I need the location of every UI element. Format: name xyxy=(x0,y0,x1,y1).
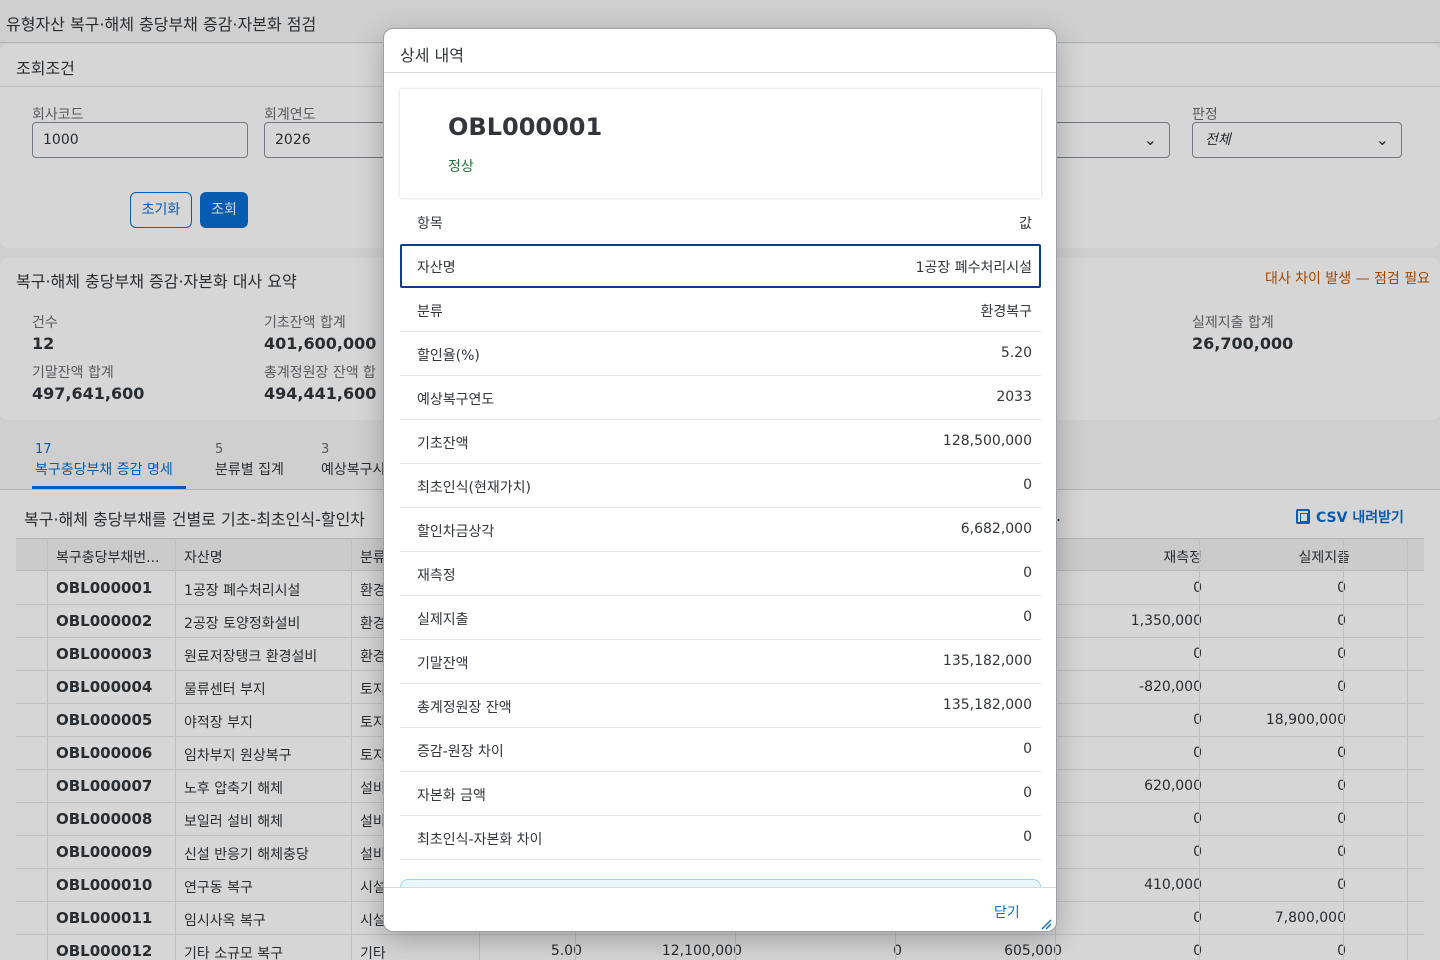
detail-value: 0 xyxy=(1023,829,1032,845)
dialog-footer: 닫기 xyxy=(384,887,1056,931)
detail-row[interactable]: 예상복구연도 2033 xyxy=(400,376,1041,420)
detail-value: 135,182,000 xyxy=(942,697,1032,713)
status-text: 정상 xyxy=(448,159,474,175)
detail-value: 0 xyxy=(1023,741,1032,757)
detail-key: 할인율(%) xyxy=(417,348,480,364)
detail-row[interactable]: 실제지출 0 xyxy=(400,596,1041,640)
object-id: OBL000001 xyxy=(448,113,603,141)
detail-row[interactable]: 최초인식(현재가치) 0 xyxy=(400,464,1041,508)
detail-value: 0 xyxy=(1023,477,1032,493)
detail-value: 0 xyxy=(1023,609,1032,625)
detail-key: 예상복구연도 xyxy=(417,392,495,408)
detail-row[interactable]: 기말잔액 135,182,000 xyxy=(400,640,1041,684)
detail-value: 135,182,000 xyxy=(942,653,1032,669)
detail-row[interactable]: 증감-원장 차이 0 xyxy=(400,728,1041,772)
dialog-header: 상세 내역 xyxy=(384,29,1056,73)
column-key-label: 항목 xyxy=(417,216,443,232)
detail-key: 기말잔액 xyxy=(417,656,469,672)
detail-row[interactable]: 분류 환경복구 xyxy=(400,288,1041,332)
detail-row[interactable]: 재측정 0 xyxy=(400,552,1041,596)
detail-row[interactable]: 총계정원장 잔액 135,182,000 xyxy=(400,684,1041,728)
detail-dialog: 상세 내역 OBL000001 정상 항목 값 자산명 1공장 폐수처리시설분류 환… xyxy=(383,28,1057,932)
detail-key: 증감-원장 차이 xyxy=(417,744,504,760)
detail-key: 최초인식(현재가치) xyxy=(417,480,531,496)
detail-row[interactable]: 할인차금상각 6,682,000 xyxy=(400,508,1041,552)
detail-key: 자본화 금액 xyxy=(417,788,486,804)
detail-row[interactable]: 자본화 금액 0 xyxy=(400,772,1041,816)
dialog-title: 상세 내역 xyxy=(400,46,464,65)
detail-key: 총계정원장 잔액 xyxy=(417,700,512,716)
detail-key: 분류 xyxy=(417,304,443,320)
object-header: OBL000001 정상 xyxy=(400,89,1041,198)
detail-value: 128,500,000 xyxy=(942,433,1032,449)
detail-row[interactable]: 할인율(%) 5.20 xyxy=(400,332,1041,376)
detail-value: 환경복구 xyxy=(980,304,1032,320)
close-button[interactable]: 닫기 xyxy=(994,902,1020,922)
detail-key: 할인차금상각 xyxy=(417,524,495,540)
detail-key: 실제지출 xyxy=(417,612,469,628)
detail-key: 기초잔액 xyxy=(417,436,469,452)
detail-row[interactable]: 최초인식-자본화 차이 0 xyxy=(400,816,1041,860)
detail-value: 6,682,000 xyxy=(960,521,1032,537)
detail-key: 재측정 xyxy=(417,568,456,584)
detail-value: 1공장 폐수처리시설 xyxy=(915,260,1032,276)
detail-list: 항목 값 자산명 1공장 폐수처리시설분류 환경복구할인율(%) 5.20 예상복구연도… xyxy=(400,200,1041,860)
detail-list-header: 항목 값 xyxy=(400,200,1041,244)
detail-value: 0 xyxy=(1023,785,1032,801)
detail-key: 자산명 xyxy=(417,260,456,276)
detail-value: 2033 xyxy=(996,389,1032,405)
detail-row[interactable]: 자산명 1공장 폐수처리시설 xyxy=(400,244,1041,288)
detail-row[interactable]: 기초잔액 128,500,000 xyxy=(400,420,1041,464)
detail-value: 5.20 xyxy=(1000,345,1032,361)
column-value-label: 값 xyxy=(1019,216,1032,232)
detail-value: 0 xyxy=(1023,565,1032,581)
detail-key: 최초인식-자본화 차이 xyxy=(417,832,543,848)
resize-handle-icon[interactable] xyxy=(1040,918,1052,930)
